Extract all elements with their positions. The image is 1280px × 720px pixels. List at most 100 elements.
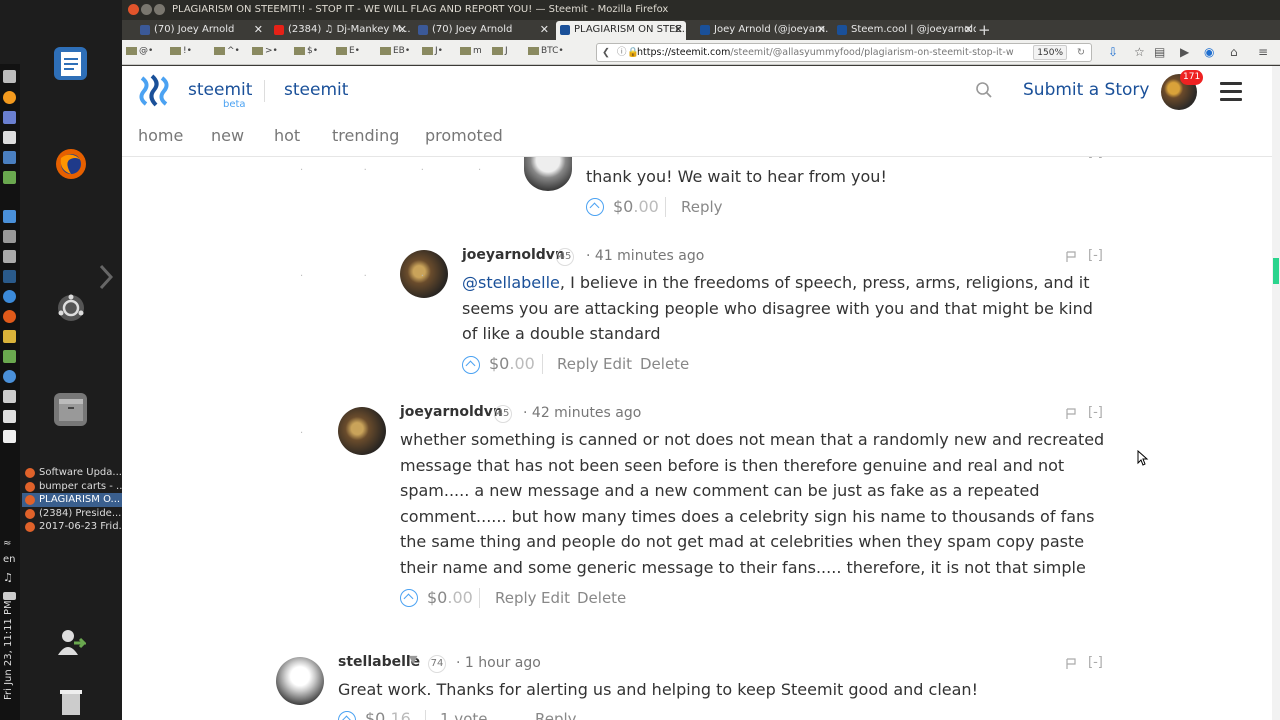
delete-link[interactable]: Delete xyxy=(577,589,626,607)
volume-icon[interactable]: ♫ xyxy=(3,571,16,584)
reply-link[interactable]: Reply xyxy=(557,355,599,373)
flag-icon[interactable] xyxy=(1065,658,1077,670)
tab-close-icon[interactable]: ✕ xyxy=(254,21,263,39)
battery-icon[interactable] xyxy=(3,592,16,600)
payout-value[interactable]: $0.00 xyxy=(427,588,473,607)
author-dropdown-icon[interactable]: ▼ xyxy=(409,653,417,666)
window-list-item[interactable]: 2017-06-23 Frid... xyxy=(22,520,122,534)
nav-hot[interactable]: hot xyxy=(274,126,300,145)
comment-timestamp[interactable]: · 1 hour ago xyxy=(456,655,541,671)
upvote-button[interactable] xyxy=(462,356,480,374)
download-icon[interactable]: ⇩ xyxy=(1108,45,1118,59)
upvote-button[interactable] xyxy=(400,589,418,607)
terminal-icon[interactable] xyxy=(3,270,16,283)
flag-icon[interactable] xyxy=(1065,251,1077,263)
edit-link[interactable]: Edit xyxy=(541,589,570,607)
browser-tab[interactable]: Joey Arnold (@joeyarn... ✕ xyxy=(696,21,829,40)
vote-count[interactable]: 1 vote xyxy=(440,710,487,720)
bookmark-item[interactable]: $• xyxy=(294,46,318,58)
comment-timestamp[interactable]: · 41 minutes ago xyxy=(586,248,704,264)
keyboard-layout[interactable]: en xyxy=(3,554,16,565)
category-link[interactable]: steemit xyxy=(284,80,348,100)
bookmark-item[interactable]: E• xyxy=(336,46,360,58)
notification-badge[interactable]: 171 xyxy=(1180,70,1204,85)
nav-home[interactable]: home xyxy=(138,126,183,145)
window-close-button[interactable] xyxy=(128,4,139,15)
firefox-icon[interactable] xyxy=(54,147,87,180)
comment-author[interactable]: joeyarnoldvn xyxy=(400,404,503,420)
user-switch-icon[interactable] xyxy=(54,625,87,658)
window-list-item-active[interactable]: PLAGIARISM O... xyxy=(22,493,122,507)
delete-link[interactable]: Delete xyxy=(640,355,689,373)
commenter-avatar[interactable] xyxy=(338,407,386,455)
collapse-toggle[interactable]: [-] xyxy=(1088,157,1103,160)
submit-story-link[interactable]: Submit a Story xyxy=(1023,80,1149,100)
comment-timestamp[interactable]: · 42 minutes ago xyxy=(523,405,641,421)
window-list-item[interactable]: bumper carts - ... xyxy=(22,480,122,494)
reply-link[interactable]: Reply xyxy=(535,710,577,720)
sheet-icon[interactable] xyxy=(3,171,16,184)
bookmark-item[interactable]: EB• xyxy=(380,46,410,58)
back-arrow-icon[interactable]: ❮ xyxy=(602,44,610,61)
globe-icon[interactable] xyxy=(3,370,16,383)
user-mention[interactable]: @stellabelle xyxy=(462,273,560,292)
browser-tab[interactable]: (2384) ♫ Dj-Mankey M... ✕ xyxy=(270,21,410,40)
folder-icon[interactable] xyxy=(3,330,16,343)
upvote-button[interactable] xyxy=(586,198,604,216)
chrome-icon[interactable] xyxy=(3,290,16,303)
store-icon[interactable] xyxy=(3,430,16,443)
expand-arrow-icon[interactable] xyxy=(96,262,116,292)
reload-icon[interactable]: ↻ xyxy=(1077,44,1085,61)
tab-close-icon[interactable]: ✕ xyxy=(964,21,973,39)
browser-tab[interactable]: Steem.cool | @joeyarnold... ✕ xyxy=(833,21,976,40)
ubuntu-icon[interactable] xyxy=(54,291,87,324)
image-icon[interactable] xyxy=(3,350,16,363)
steemit-logo-icon[interactable] xyxy=(138,74,172,108)
page-scrollbar[interactable] xyxy=(1272,66,1280,720)
tab-close-icon[interactable]: ✕ xyxy=(674,21,683,39)
reply-link[interactable]: Reply xyxy=(681,198,723,216)
reply-link[interactable]: Reply xyxy=(495,589,537,607)
bookmark-item[interactable]: ^• xyxy=(214,46,240,58)
nav-promoted[interactable]: promoted xyxy=(425,126,503,145)
bookmark-item[interactable]: !• xyxy=(170,46,192,58)
wifi-icon[interactable]: ≈ xyxy=(3,538,16,551)
bookmark-item[interactable]: @• xyxy=(126,46,153,58)
hamburger-menu-icon[interactable] xyxy=(1220,82,1242,101)
app-icon[interactable] xyxy=(3,111,16,124)
commenter-avatar[interactable] xyxy=(524,157,572,191)
url-bar[interactable]: ❮ ⓘ 🔒 https://steemit.com/steemit/@allas… xyxy=(596,43,1092,62)
printer-icon[interactable] xyxy=(3,390,16,403)
browser-tab[interactable]: (70) Joey Arnold ✕ xyxy=(414,21,552,40)
payout-value[interactable]: $0.00 xyxy=(489,354,535,373)
payout-value[interactable]: $0.00 xyxy=(613,197,659,216)
calc-icon[interactable] xyxy=(3,151,16,164)
trash-icon[interactable] xyxy=(54,685,87,718)
bookmark-item[interactable]: BTC• xyxy=(528,46,564,58)
upvote-button[interactable] xyxy=(338,711,356,720)
clock[interactable]: Fri Jun 23, 11:11 PM xyxy=(3,600,14,700)
commenter-avatar[interactable] xyxy=(276,657,324,705)
nav-new[interactable]: new xyxy=(211,126,244,145)
window-maximize-button[interactable] xyxy=(154,4,165,15)
monitor-icon[interactable] xyxy=(3,410,16,423)
collapse-toggle[interactable]: [-] xyxy=(1088,405,1103,420)
vlc-icon[interactable] xyxy=(3,310,16,323)
new-tab-button[interactable]: + xyxy=(978,20,991,40)
zoom-level[interactable]: 150% xyxy=(1033,45,1067,60)
tab-close-icon[interactable]: ✕ xyxy=(398,21,407,39)
site-info-icon[interactable]: ⓘ xyxy=(617,44,627,61)
reading-list-icon[interactable]: ▤ xyxy=(1154,45,1165,59)
window-list-item[interactable]: (2384) Preside... xyxy=(22,507,122,521)
bookmark-star-icon[interactable]: ☆ xyxy=(1134,45,1145,59)
tab-close-icon[interactable]: ✕ xyxy=(817,21,826,39)
extension-icon[interactable]: ◉ xyxy=(1204,45,1214,59)
scrollbar-thumb[interactable] xyxy=(1273,258,1279,284)
edit-link[interactable]: Edit xyxy=(603,355,632,373)
window-list-item[interactable]: Software Upda... xyxy=(22,466,122,480)
comment-author[interactable]: joeyarnoldvn xyxy=(462,247,565,263)
bookmark-item[interactable]: m xyxy=(460,46,482,58)
firefox-menu-icon[interactable]: ≡ xyxy=(1258,45,1268,59)
brand-name[interactable]: steemit xyxy=(188,80,252,100)
eject-icon[interactable] xyxy=(3,70,16,83)
